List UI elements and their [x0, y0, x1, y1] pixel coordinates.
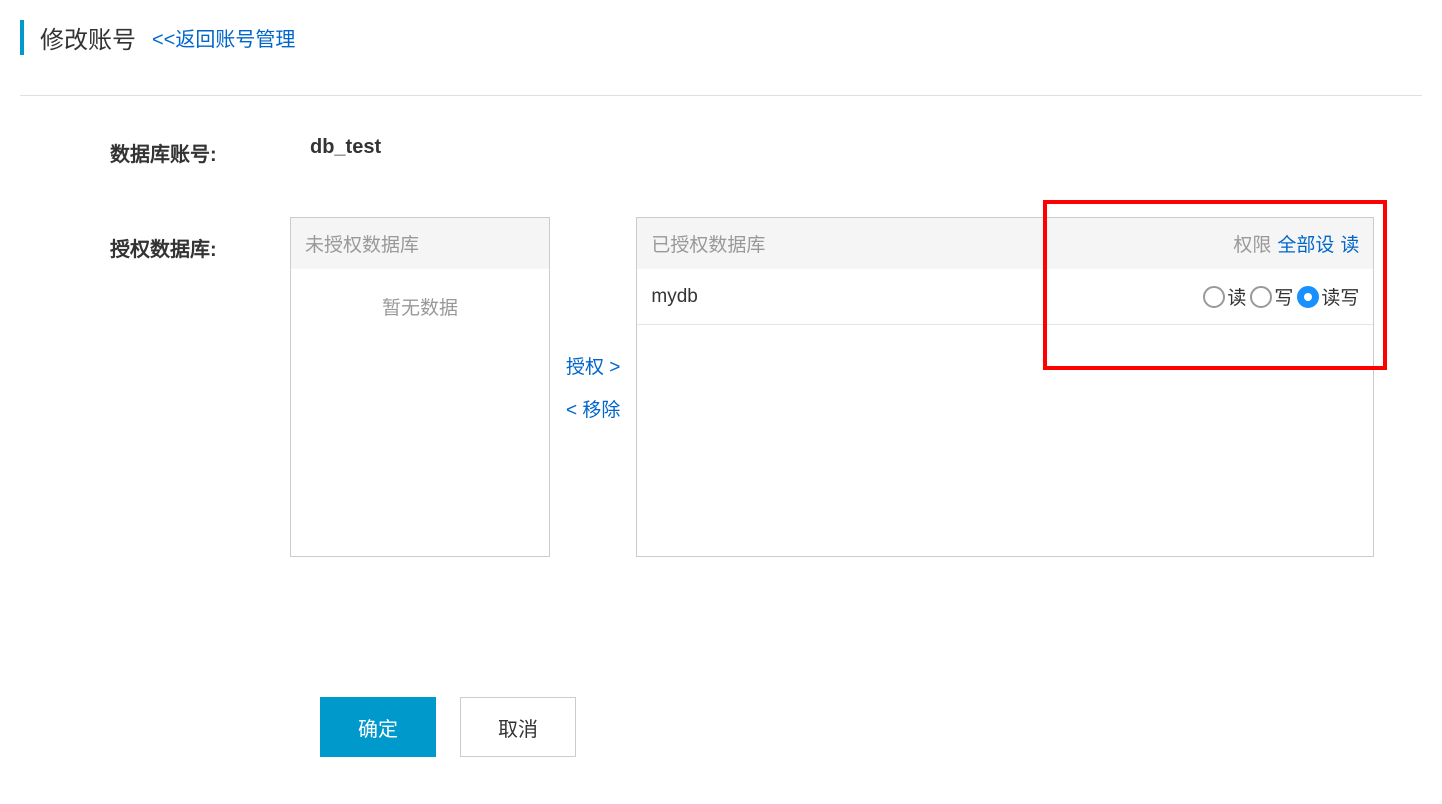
permission-radio-group: 读 写 读写: [1203, 283, 1359, 310]
radio-read-circle: [1203, 286, 1225, 308]
account-row: 数据库账号: db_test: [20, 136, 1422, 167]
radio-write[interactable]: 写: [1250, 283, 1293, 310]
cancel-button[interactable]: 取消: [460, 697, 576, 757]
radio-write-label: 写: [1274, 283, 1293, 310]
permission-header-extra: 权限 全部设 读: [1233, 230, 1359, 257]
remove-button[interactable]: < 移除: [566, 395, 620, 422]
radio-readwrite-circle: [1297, 286, 1319, 308]
radio-write-circle: [1250, 286, 1272, 308]
account-value: db_test: [290, 136, 381, 167]
action-row: 确定 取消: [20, 697, 1422, 757]
authorize-row: 授权数据库: 未授权数据库 暂无数据 授权 > < 移除 已授权数据库 权限 全…: [20, 217, 1422, 557]
radio-readwrite[interactable]: 读写: [1297, 283, 1359, 310]
page-title: 修改账号: [20, 20, 136, 55]
confirm-button[interactable]: 确定: [320, 697, 436, 757]
authorized-panel: 已授权数据库 权限 全部设 读 mydb 读: [636, 217, 1374, 557]
transfer-container: 未授权数据库 暂无数据 授权 > < 移除 已授权数据库 权限 全部设 读: [290, 217, 1374, 557]
radio-read[interactable]: 读: [1203, 283, 1246, 310]
unauthorized-header: 未授权数据库: [291, 218, 549, 269]
radio-readwrite-label: 读写: [1321, 283, 1359, 310]
db-item-name: mydb: [651, 286, 697, 308]
no-data-text: 暂无数据: [291, 269, 549, 344]
set-all-link[interactable]: 全部设: [1277, 230, 1334, 257]
authorized-header: 已授权数据库 权限 全部设 读: [637, 218, 1373, 269]
account-label: 数据库账号:: [110, 136, 290, 167]
authorize-label: 授权数据库:: [110, 217, 290, 262]
radio-read-label: 读: [1227, 283, 1246, 310]
authorize-button[interactable]: 授权 >: [566, 352, 620, 379]
transfer-buttons: 授权 > < 移除: [550, 217, 636, 557]
authorized-header-text: 已授权数据库: [651, 230, 765, 257]
back-link[interactable]: <<返回账号管理: [152, 23, 295, 52]
unauthorized-panel: 未授权数据库 暂无数据: [290, 217, 550, 557]
set-read-link[interactable]: 读: [1340, 230, 1359, 257]
db-item[interactable]: mydb 读 写 读写: [637, 269, 1373, 325]
permission-label: 权限: [1233, 230, 1271, 257]
page-header: 修改账号 <<返回账号管理: [20, 20, 1422, 96]
